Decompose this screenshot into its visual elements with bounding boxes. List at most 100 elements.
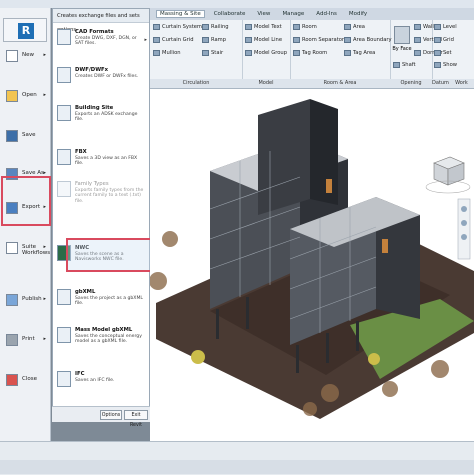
tag-area-label: Tag Area xyxy=(353,50,376,56)
revit-logo: R xyxy=(3,18,47,42)
export-title-dwf: DWF/DWFx xyxy=(75,67,109,73)
model-group-icon xyxy=(245,50,252,56)
group-label-work-plane: Work Plane xyxy=(455,80,469,95)
options-button[interactable]: Options xyxy=(100,410,122,420)
export-desc-cad-formats: Create DWG, DXF, DGN, or SAT files. xyxy=(75,36,137,47)
ribbon-group-circulation: Curtain System Curtain Grid Mullion Rail… xyxy=(150,20,243,88)
curtain-grid-icon xyxy=(153,37,160,43)
shaft-label: Shaft xyxy=(402,62,416,68)
area-button[interactable]: Area xyxy=(344,24,365,30)
railing-button[interactable]: Railing xyxy=(202,24,229,30)
export-item-mass-model-gbxml[interactable]: Mass Model gbXML Saves the conceptual en… xyxy=(57,327,147,361)
mullion-button[interactable]: Mullion xyxy=(153,50,181,56)
level-button[interactable]: Level xyxy=(434,24,457,30)
level-label: Level xyxy=(443,24,457,30)
app-menu-label-print: Print xyxy=(22,336,35,342)
model-line-button[interactable]: Model Line xyxy=(245,37,282,43)
room-separator-button[interactable]: Room Separator xyxy=(293,37,344,43)
room-button[interactable]: Room xyxy=(293,24,317,30)
tab-view[interactable]: View xyxy=(254,11,273,17)
export-title-family-types: Family Types xyxy=(75,181,109,187)
group-label-model: Model xyxy=(242,79,290,88)
app-menu-label-publish: Publish xyxy=(22,296,42,302)
ramp-label: Ramp xyxy=(211,37,227,43)
group-label-circulation: Circulation xyxy=(150,79,242,88)
export-submenu: Creates exchange files and sets options.… xyxy=(52,8,150,422)
room-separator-label: Room Separator xyxy=(302,37,345,43)
3d-viewport[interactable] xyxy=(149,89,474,441)
shaft-button[interactable]: Shaft xyxy=(393,62,416,68)
ribbon-tabs: Massing & Site Collaborate View Manage A… xyxy=(150,8,474,20)
building-site-icon xyxy=(57,105,71,121)
show-workplane-button[interactable]: Show xyxy=(434,62,457,68)
tab-add-ins[interactable]: Add-Ins xyxy=(313,11,340,17)
export-item-gbxml[interactable]: gbXML Saves the project as a gbXML file. xyxy=(57,289,147,315)
stair-button[interactable]: Stair xyxy=(202,50,223,56)
core-tower-side xyxy=(310,99,338,205)
viewcube-icon[interactable] xyxy=(425,156,471,194)
by-face-button[interactable]: By Face xyxy=(391,26,413,52)
export-item-cad-formats[interactable]: CAD Formats Create DWG, DXF, DGN, or SAT… xyxy=(57,29,147,57)
export-title-gbxml: gbXML xyxy=(75,289,96,295)
curtain-grid-label: Curtain Grid xyxy=(162,37,194,43)
submenu-header: Creates exchange files and sets options. xyxy=(53,9,149,33)
model-line-icon xyxy=(245,37,252,43)
export-desc-gbxml: Saves the project as a gbXML file. xyxy=(75,296,143,307)
export-item-fbx[interactable]: FBX Saves a 3D view as an FBX file. xyxy=(57,149,147,171)
railing-label: Railing xyxy=(211,24,229,30)
app-menu-label-open: Open xyxy=(22,92,37,98)
tab-modify[interactable]: Modify xyxy=(346,11,370,17)
export-item-dwf[interactable]: DWF/DWFx Creates DWF or DWFx files. xyxy=(57,67,147,89)
ribbon-group-datum-worksplane: Level Grid Set Show Datum Work Plane xyxy=(432,20,474,95)
chevron-right-icon: ▸ xyxy=(144,37,147,43)
ramp-button[interactable]: Ramp xyxy=(202,37,226,43)
app-menu-label-save: Save xyxy=(22,132,36,138)
ifc-icon xyxy=(57,371,71,387)
room-icon xyxy=(293,24,300,30)
navigation-bar[interactable] xyxy=(457,198,471,260)
mass-model-icon xyxy=(57,327,71,343)
vertical-opening-icon xyxy=(414,37,421,43)
tag-area-icon xyxy=(344,50,351,56)
grid-icon xyxy=(434,37,441,43)
export-item-family-types[interactable]: Family Types Exports family types from t… xyxy=(57,181,147,227)
open-folder-icon xyxy=(6,90,18,102)
grid-button[interactable]: Grid xyxy=(434,37,454,43)
stair-label: Stair xyxy=(211,50,224,56)
ribbon-group-model: Model Text Model Line Model Group Model xyxy=(242,20,291,88)
model-group-button[interactable]: Model Group xyxy=(245,50,287,56)
accent-panel xyxy=(382,239,388,253)
area-boundary-icon xyxy=(344,37,351,43)
gbxml-icon xyxy=(57,289,71,305)
tab-massing-site[interactable]: Massing & Site xyxy=(156,10,205,18)
mullion-icon xyxy=(153,50,160,56)
tab-collaborate[interactable]: Collaborate xyxy=(211,11,249,17)
show-workplane-label: Show xyxy=(443,62,457,68)
cad-formats-icon xyxy=(57,29,71,45)
ribbon-panel: Curtain System Curtain Grid Mullion Rail… xyxy=(150,20,474,95)
tag-area-button[interactable]: Tag Area xyxy=(344,50,375,56)
model-text-button[interactable]: Model Text xyxy=(245,24,282,30)
area-boundary-button[interactable]: Area Boundary xyxy=(344,37,392,43)
chevron-right-icon: ▸ xyxy=(43,296,46,302)
export-highlight-box xyxy=(1,176,51,226)
exit-revit-button[interactable]: Exit Revit xyxy=(124,410,148,428)
app-menu-label-new: New xyxy=(22,52,34,58)
export-item-building-site[interactable]: Building Site Exports an ADSK exchange f… xyxy=(57,105,147,133)
export-desc-dwf: Creates DWF or DWFx files. xyxy=(75,74,139,79)
export-desc-fbx: Saves a 3D view as an FBX file. xyxy=(75,156,138,167)
area-icon xyxy=(344,24,351,30)
title-bar xyxy=(0,0,474,8)
export-title-cad-formats: CAD Formats xyxy=(75,29,114,35)
curtain-grid-button[interactable]: Curtain Grid xyxy=(153,37,194,43)
export-desc-family-types: Exports family types from the current fa… xyxy=(75,188,144,204)
curtain-system-button[interactable]: Curtain System xyxy=(153,24,202,30)
set-workplane-button[interactable]: Set xyxy=(434,50,452,56)
tag-room-button[interactable]: Tag Room xyxy=(293,50,327,56)
wall-opening-button[interactable]: Wall xyxy=(414,24,434,30)
tab-manage[interactable]: Manage xyxy=(279,11,307,17)
chevron-right-icon: ▸ xyxy=(43,336,46,342)
status-bar xyxy=(0,460,474,474)
export-item-ifc[interactable]: IFC Saves an IFC file. xyxy=(57,371,147,393)
export-title-mass-model-gbxml: Mass Model gbXML xyxy=(75,327,133,333)
